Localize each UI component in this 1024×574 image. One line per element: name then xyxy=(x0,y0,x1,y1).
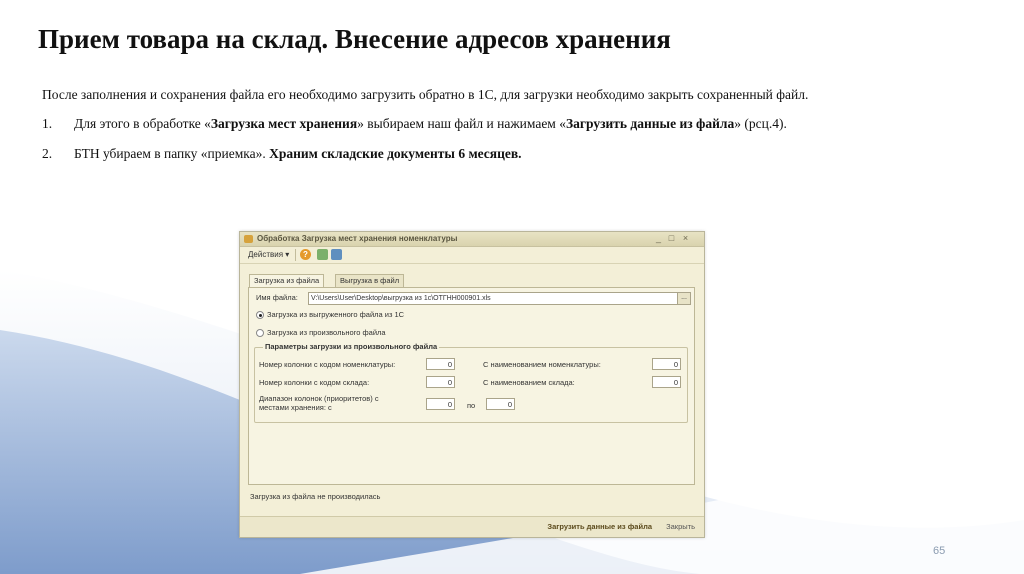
warehouse-name-column-input[interactable]: 0 xyxy=(652,376,681,388)
step-text: » (рсц.4). xyxy=(734,116,787,131)
maximize-icon[interactable]: □ xyxy=(666,233,677,244)
step-item: 1. Для этого в обработке «Загрузка мест … xyxy=(42,115,942,133)
radio-from-custom-file[interactable] xyxy=(256,329,264,337)
item-code-column-input[interactable]: 0 xyxy=(426,358,455,370)
save-file-icon[interactable] xyxy=(331,249,342,260)
step-bold-text: Загрузка мест хранения xyxy=(210,116,358,131)
slide-title: Прием товара на склад. Внесение адресов … xyxy=(38,24,671,54)
tab-export-to-file[interactable]: Выгрузка в файл xyxy=(335,274,405,287)
minimize-icon[interactable]: _ xyxy=(653,233,664,244)
range-to-input[interactable]: 0 xyxy=(486,398,515,410)
status-text: Загрузка из файла не производилась xyxy=(250,492,381,501)
close-button[interactable]: Закрыть xyxy=(666,522,695,531)
step-number: 2. xyxy=(42,146,53,161)
intro-paragraph: После заполнения и сохранения файла его … xyxy=(42,87,809,102)
file-name-input[interactable]: V:\Users\User\Desktop\выгрузка из 1с\ОТГ… xyxy=(308,292,680,305)
toolbar-divider xyxy=(295,249,296,261)
step-text: БТН убираем в папку «приемка». xyxy=(74,146,270,161)
radio-from-1c-file[interactable] xyxy=(256,311,264,319)
help-icon[interactable]: ? xyxy=(300,249,311,260)
bottom-bar: Загрузить данные из файла Закрыть xyxy=(240,516,704,537)
radio-label: Загрузка из произвольного файла xyxy=(267,328,386,337)
step-number: 1. xyxy=(42,116,53,131)
close-icon[interactable]: × xyxy=(680,233,691,244)
step-bold-text: Загрузить данные из файла xyxy=(565,116,735,131)
params-group-title: Параметры загрузки из произвольного файл… xyxy=(263,342,440,351)
warehouse-code-column-input[interactable]: 0 xyxy=(426,376,455,388)
tab-load-from-file[interactable]: Загрузка из файла xyxy=(249,274,325,288)
item-name-column-input[interactable]: 0 xyxy=(652,358,681,370)
file-name-label: Имя файла: xyxy=(256,293,298,302)
param-label: Номер колонки с кодом склада: xyxy=(259,378,370,387)
step-text: Для этого в обработке « xyxy=(74,116,211,131)
param-label: Номер колонки с кодом номенклатуры: xyxy=(259,360,396,369)
browse-button[interactable]: ... xyxy=(677,292,691,305)
step-item: 2. БТН убираем в папку «приемка». Храним… xyxy=(42,145,942,163)
steps-list: 1. Для этого в обработке «Загрузка мест … xyxy=(42,115,942,175)
window-titlebar[interactable]: Обработка Загрузка мест хранения номенкл… xyxy=(240,232,704,247)
app-icon xyxy=(244,235,253,243)
load-data-button[interactable]: Загрузить данные из файла xyxy=(547,522,652,531)
param-label: С наименованием склада: xyxy=(483,378,575,387)
params-group: Параметры загрузки из произвольного файл… xyxy=(254,342,688,423)
actions-menu[interactable]: Действия ▾ xyxy=(248,250,289,259)
range-to-label: по xyxy=(467,401,476,410)
step-text: » выбираем наш файл и нажимаем « xyxy=(357,116,566,131)
step-bold-text: Храним складские документы 6 месяцев. xyxy=(269,146,522,161)
window-title: Обработка Загрузка мест хранения номенкл… xyxy=(257,234,458,243)
range-from-input[interactable]: 0 xyxy=(426,398,455,410)
app-window: Обработка Загрузка мест хранения номенкл… xyxy=(239,231,705,538)
page-number: 65 xyxy=(933,545,946,557)
tab-panel: Имя файла: V:\Users\User\Desktop\выгрузк… xyxy=(248,287,695,485)
param-label: Диапазон колонок (приоритетов) с xyxy=(259,394,379,403)
load-file-icon[interactable] xyxy=(317,249,328,260)
radio-label: Загрузка из выгруженного файла из 1С xyxy=(267,310,405,319)
param-label: местами хранения: с xyxy=(259,403,332,412)
param-label: С наименованием номенклатуры: xyxy=(483,360,601,369)
toolbar: Действия ▾ ? xyxy=(240,247,704,264)
